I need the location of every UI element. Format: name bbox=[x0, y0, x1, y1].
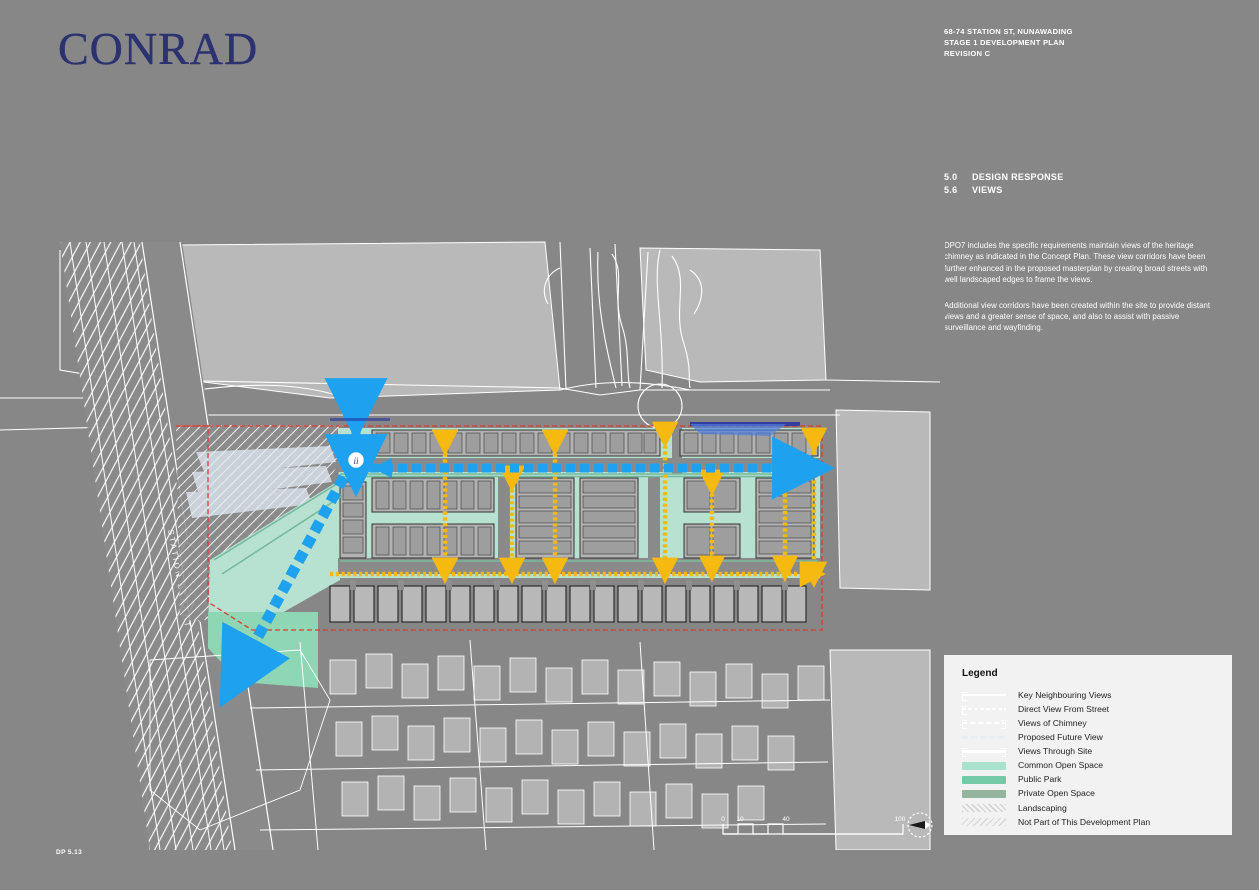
direct-view-from-street-swatch bbox=[962, 705, 1006, 715]
project-revision: REVISION C bbox=[944, 49, 991, 59]
legend-item-views-of-chimney: Views of Chimney bbox=[962, 716, 1222, 730]
views-of-chimney-swatch bbox=[962, 719, 1006, 729]
key-neighbouring-views-swatch bbox=[962, 691, 1006, 701]
scale-tick-0: 0 bbox=[721, 816, 725, 823]
conrad-logo: CONRAD bbox=[58, 23, 259, 74]
private-open-space-swatch bbox=[962, 789, 1006, 798]
landscaping-swatch bbox=[962, 803, 1006, 812]
drawing-number: DP 5.13 bbox=[56, 849, 83, 856]
chimney-view-origin-marker: ii bbox=[346, 450, 366, 470]
legend-item-direct-view-from-street: Direct View From Street bbox=[962, 702, 1222, 716]
section-major-title: DESIGN RESPONSE bbox=[972, 172, 1064, 182]
project-stage: STAGE 1 DEVELOPMENT PLAN bbox=[944, 38, 1065, 48]
legend-item-not-part-of-plan: Not Part of This Development Plan bbox=[962, 815, 1222, 829]
legend-label: Direct View From Street bbox=[1018, 703, 1110, 714]
legend-label: Common Open Space bbox=[1018, 760, 1104, 771]
legend-item-key-neighbouring-views: Key Neighbouring Views bbox=[962, 688, 1222, 702]
project-address: 68-74 STATION ST, NUNAWADING bbox=[944, 27, 1073, 36]
legend-label: Proposed Future View bbox=[1018, 732, 1103, 743]
legend-item-proposed-future-view: Proposed Future View bbox=[962, 730, 1222, 744]
not-part-of-plan-swatch bbox=[962, 817, 1006, 826]
legend-item-public-park: Public Park bbox=[962, 773, 1222, 787]
legend-label: Views Through Site bbox=[1018, 746, 1093, 757]
legend-item-views-through-site: Views Through Site bbox=[962, 744, 1222, 758]
legend-label: Key Neighbouring Views bbox=[1018, 689, 1112, 700]
scale-tick-40: 40 bbox=[782, 816, 790, 823]
public-park-swatch bbox=[962, 775, 1006, 784]
site-plan-map: STATION STREET bbox=[0, 230, 945, 850]
legend-title: Legend bbox=[962, 668, 998, 679]
section-major: 5.0 DESIGN RESPONSE bbox=[944, 171, 1064, 184]
scale-tick-10: 10 bbox=[736, 816, 744, 823]
legend-label: Not Part of This Development Plan bbox=[1018, 816, 1151, 827]
document-page: CONRAD 68-74 STATION ST, NUNAWADING STAG… bbox=[0, 0, 1259, 890]
north-arrow bbox=[905, 810, 935, 840]
body-paragraph-1: DPO7 includes the specific requirements … bbox=[944, 241, 1208, 285]
legend-label: Views of Chimney bbox=[1018, 717, 1087, 728]
section-minor-number: 5.6 bbox=[944, 185, 958, 195]
legend-label: Landscaping bbox=[1018, 802, 1067, 813]
section-minor: 5.6 VIEWS bbox=[944, 184, 1064, 197]
body-paragraph-2: Additional view corridors have been crea… bbox=[944, 300, 1211, 333]
views-through-site-swatch bbox=[962, 747, 1006, 757]
section-major-number: 5.0 bbox=[944, 172, 958, 182]
legend-item-landscaping: Landscaping bbox=[962, 801, 1222, 815]
section-minor-title: VIEWS bbox=[972, 185, 1003, 195]
legend-label: Private Open Space bbox=[1018, 788, 1095, 799]
body-text-block: DPO7 includes the specific requirements … bbox=[944, 240, 1222, 348]
project-header: 68-74 STATION ST, NUNAWADING STAGE 1 DEV… bbox=[944, 26, 1073, 60]
proposed-future-view-swatch bbox=[962, 733, 1006, 741]
legend-item-private-open-space: Private Open Space bbox=[962, 787, 1222, 801]
legend-rows: Key Neighbouring Views Direct View From … bbox=[962, 688, 1222, 829]
legend-item-common-open-space: Common Open Space bbox=[962, 758, 1222, 772]
common-open-space-swatch bbox=[962, 761, 1006, 770]
scale-bar: 0 10 40 100 bbox=[718, 812, 908, 842]
svg-text:ii: ii bbox=[353, 456, 359, 466]
legend-panel: Legend Key Neighbouring Views Direct Vie… bbox=[944, 655, 1232, 835]
section-heading-block: 5.0 DESIGN RESPONSE 5.6 VIEWS bbox=[944, 171, 1064, 197]
legend-label: Public Park bbox=[1018, 774, 1062, 785]
